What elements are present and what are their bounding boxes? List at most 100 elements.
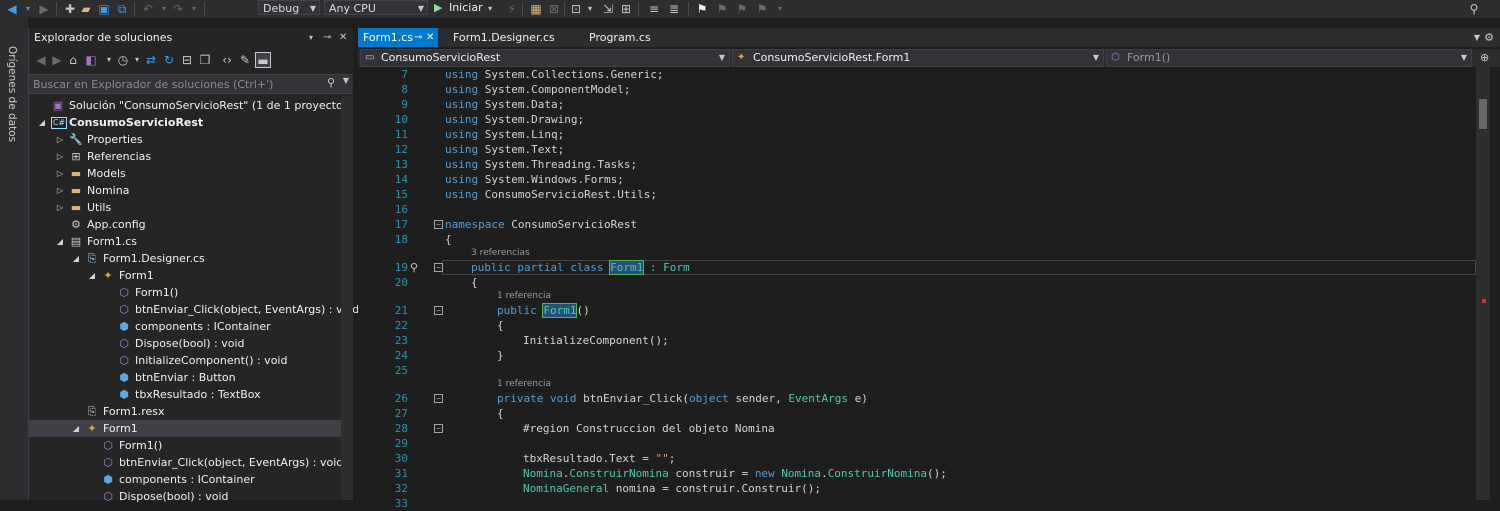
redo-icon[interactable]: ↷: [170, 1, 186, 17]
feedback-icon[interactable]: ⚲: [1466, 1, 1482, 17]
tree-item[interactable]: ⬡ Dispose(bool) : void: [29, 335, 353, 352]
undo-icon[interactable]: ↶: [140, 1, 156, 17]
platform-select[interactable]: Any CPU ▼: [324, 0, 428, 15]
window-position-icon[interactable]: ▾: [309, 28, 313, 48]
code-line[interactable]: 29: [358, 436, 1475, 451]
toolbar-overflow-icon[interactable]: ▾: [772, 1, 788, 17]
tab-form1-designer-cs[interactable]: Form1.Designer.cs: [448, 28, 568, 47]
code-line[interactable]: 23 InitializeComponent();: [358, 333, 1475, 348]
code-line[interactable]: 21 − public Form1(): [358, 303, 1475, 318]
code-line[interactable]: 17 − namespace ConsumoServicioRest: [358, 217, 1475, 232]
type-dropdown[interactable]: ✦ ConsumoServicioRest.Form1 ▼: [732, 49, 1104, 67]
code-line[interactable]: 33: [358, 496, 1475, 511]
search-options-dropdown-icon[interactable]: ▼: [343, 76, 349, 85]
tab-overflow-icon[interactable]: ▼: [1474, 28, 1480, 47]
expand-arrow-icon[interactable]: ▷: [55, 182, 65, 199]
code-editor[interactable]: 7 using System.Collections.Generic; 8 using…: [358, 67, 1500, 510]
forward-icon[interactable]: ▶: [36, 1, 52, 17]
code-line[interactable]: 28 − #region Construccion del objeto Nomin…: [358, 421, 1475, 436]
save-all-icon[interactable]: ⧉: [114, 1, 130, 17]
step-icon[interactable]: ⇲: [600, 1, 616, 17]
tab-program-cs[interactable]: Program.cs: [584, 28, 684, 47]
start-button[interactable]: ▶ Iniciar ▾: [434, 0, 498, 16]
tree-item[interactable]: ⬢ tbxResultado : TextBox: [29, 386, 353, 403]
redo-dropdown-icon[interactable]: ▾: [186, 1, 202, 17]
code-line[interactable]: 15 using ConsumoServicioRest.Utils;: [358, 187, 1475, 202]
code-line[interactable]: 30 tbxResultado.Text = "";: [358, 451, 1475, 466]
tree-item[interactable]: ◢ ▤ Form1.cs: [29, 233, 353, 250]
collapse-region-icon[interactable]: −: [434, 424, 443, 433]
code-line[interactable]: 26 − private void btnEnviar_Click(object s…: [358, 391, 1475, 406]
collapse-arrow-icon[interactable]: ◢: [55, 233, 65, 250]
collapse-arrow-icon[interactable]: ◢: [71, 250, 81, 267]
uncomment-icon[interactable]: ≣: [666, 1, 682, 17]
tree-item[interactable]: ◢ ✦ Form1: [29, 267, 353, 284]
pin-icon[interactable]: ⊸: [414, 28, 422, 47]
prev-bookmark-icon[interactable]: ⚑: [714, 1, 730, 17]
clear-bookmarks-icon[interactable]: ⚑: [754, 1, 770, 17]
code-line[interactable]: 9 using System.Data;: [358, 97, 1475, 112]
forward-icon[interactable]: ▶: [49, 52, 65, 68]
code-line[interactable]: 13 using System.Threading.Tasks;: [358, 157, 1475, 172]
codelens-references[interactable]: 1 referencia: [497, 291, 551, 302]
layout-icon[interactable]: ⊞: [618, 1, 634, 17]
project-dropdown[interactable]: ▭ ConsumoServicioRest ▼: [360, 49, 730, 67]
quick-actions-icon[interactable]: ⚲: [410, 260, 418, 275]
tree-item[interactable]: ⎘ Form1.resx: [29, 403, 353, 420]
tree-item[interactable]: ▷ ▬ Utils: [29, 199, 353, 216]
open-folder-icon[interactable]: ▰: [78, 1, 94, 17]
pin-icon[interactable]: ⊸: [323, 28, 331, 48]
tree-item[interactable]: ▷ ▬ Nomina: [29, 182, 353, 199]
tree-item[interactable]: ⬡ Dispose(bool) : void: [29, 488, 353, 505]
gear-icon[interactable]: ⚙: [1484, 28, 1494, 47]
code-line[interactable]: 8 using System.ComponentModel;: [358, 82, 1475, 97]
save-icon[interactable]: ▣: [96, 1, 112, 17]
code-line[interactable]: 14 using System.Windows.Forms;: [358, 172, 1475, 187]
tree-item[interactable]: ⬢ btnEnviar : Button: [29, 369, 353, 386]
back-dropdown-icon[interactable]: ▾: [20, 1, 36, 17]
code-line[interactable]: 25: [358, 363, 1475, 378]
next-bookmark-icon[interactable]: ⚑: [734, 1, 750, 17]
attach-icon[interactable]: ⚡: [504, 1, 520, 17]
editor-scrollbar[interactable]: [1476, 67, 1490, 500]
collapse-region-icon[interactable]: −: [434, 263, 443, 272]
comment-icon[interactable]: ≡: [646, 1, 662, 17]
search-icon[interactable]: ⚲: [327, 76, 335, 89]
tree-item[interactable]: ⬡ Form1(): [29, 284, 353, 301]
back-icon[interactable]: ◀: [4, 1, 20, 17]
tree-item[interactable]: ◢ ⎘ Form1.Designer.cs: [29, 250, 353, 267]
solution-explorer-icon[interactable]: ▦: [528, 1, 544, 17]
new-project-icon[interactable]: ✚: [62, 1, 78, 17]
search-input[interactable]: [33, 76, 323, 92]
collapse-arrow-icon[interactable]: ◢: [87, 267, 97, 284]
sync-icon[interactable]: ⇄: [143, 52, 159, 68]
tree-item[interactable]: ▷ 🔧 Properties: [29, 131, 353, 148]
tree-item[interactable]: ◢ C# ConsumoServicioRest: [29, 114, 353, 131]
scrollbar-thumb[interactable]: [1479, 99, 1487, 129]
configuration-select[interactable]: Debug ▼: [258, 0, 320, 15]
code-line[interactable]: 31 Nomina.ConstruirNomina construir = new…: [358, 466, 1475, 481]
diagnostics-icon[interactable]: ⊠: [546, 1, 562, 17]
tree-item[interactable]: ▷ ▬ Models: [29, 165, 353, 182]
tree-item[interactable]: ⬡ btnEnviar_Click(object, EventArgs) : vo…: [29, 454, 353, 471]
view-code-icon[interactable]: ‹›: [219, 52, 235, 68]
code-line[interactable]: ⚲ 19 − public partial class Form1 : Form: [358, 260, 1476, 275]
expand-arrow-icon[interactable]: ▷: [55, 131, 65, 148]
codelens-references[interactable]: 3 referencias: [471, 248, 530, 259]
browse-dropdown-icon[interactable]: ▾: [582, 1, 598, 17]
expand-arrow-icon[interactable]: ▷: [55, 165, 65, 182]
preview-selected-icon[interactable]: ▬: [255, 52, 271, 68]
properties-wrench-icon[interactable]: ✎: [237, 52, 253, 68]
solution-explorer-scrollbar[interactable]: [341, 96, 353, 500]
collapse-region-icon[interactable]: −: [434, 220, 443, 229]
code-line[interactable]: 20 {: [358, 275, 1475, 290]
expand-arrow-icon[interactable]: ▷: [55, 148, 65, 165]
tab-form1-cs[interactable]: Form1.cs ⊸ ✕: [358, 28, 438, 47]
tree-item[interactable]: ⬢ components : IContainer: [29, 471, 353, 488]
tree-item[interactable]: ▷ ⊞ Referencias: [29, 148, 353, 165]
split-editor-icon[interactable]: ⊕: [1480, 51, 1489, 64]
tree-item[interactable]: ◢ ✦ Form1: [29, 420, 353, 437]
tree-item[interactable]: ⚙ App.config: [29, 216, 353, 233]
tree-item[interactable]: ▣ Solución "ConsumoServicioRest" (1 de 1 …: [29, 97, 353, 114]
tree-item[interactable]: ⬢ components : IContainer: [29, 318, 353, 335]
